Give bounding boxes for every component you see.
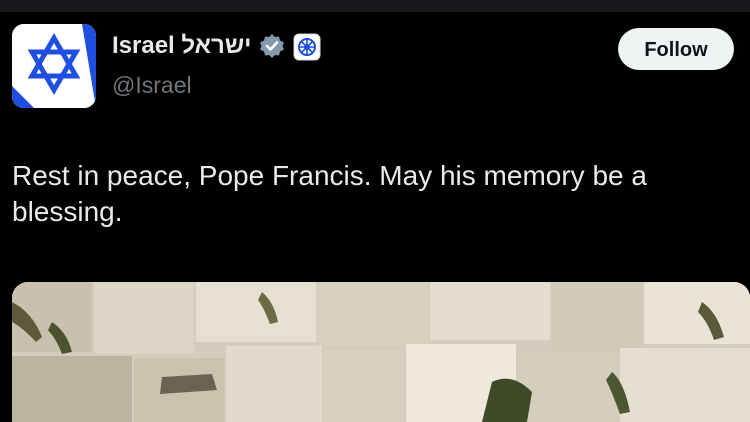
government-affiliate-icon[interactable] — [293, 33, 321, 61]
author-handle[interactable]: @Israel — [112, 72, 192, 99]
star-of-david-flag-icon — [12, 24, 96, 108]
verified-badge-icon — [259, 33, 285, 59]
tweet-text: Rest in peace, Pope Francis. May his mem… — [12, 160, 647, 227]
top-bar — [0, 0, 750, 12]
follow-button[interactable]: Follow — [618, 28, 734, 70]
western-wall-photo — [12, 282, 750, 422]
author-display-name[interactable]: Israel ישראל — [112, 32, 251, 60]
author-name-row: Israel ישראל — [112, 32, 321, 61]
tweet-media-image[interactable] — [12, 282, 750, 422]
avatar[interactable] — [12, 24, 96, 108]
